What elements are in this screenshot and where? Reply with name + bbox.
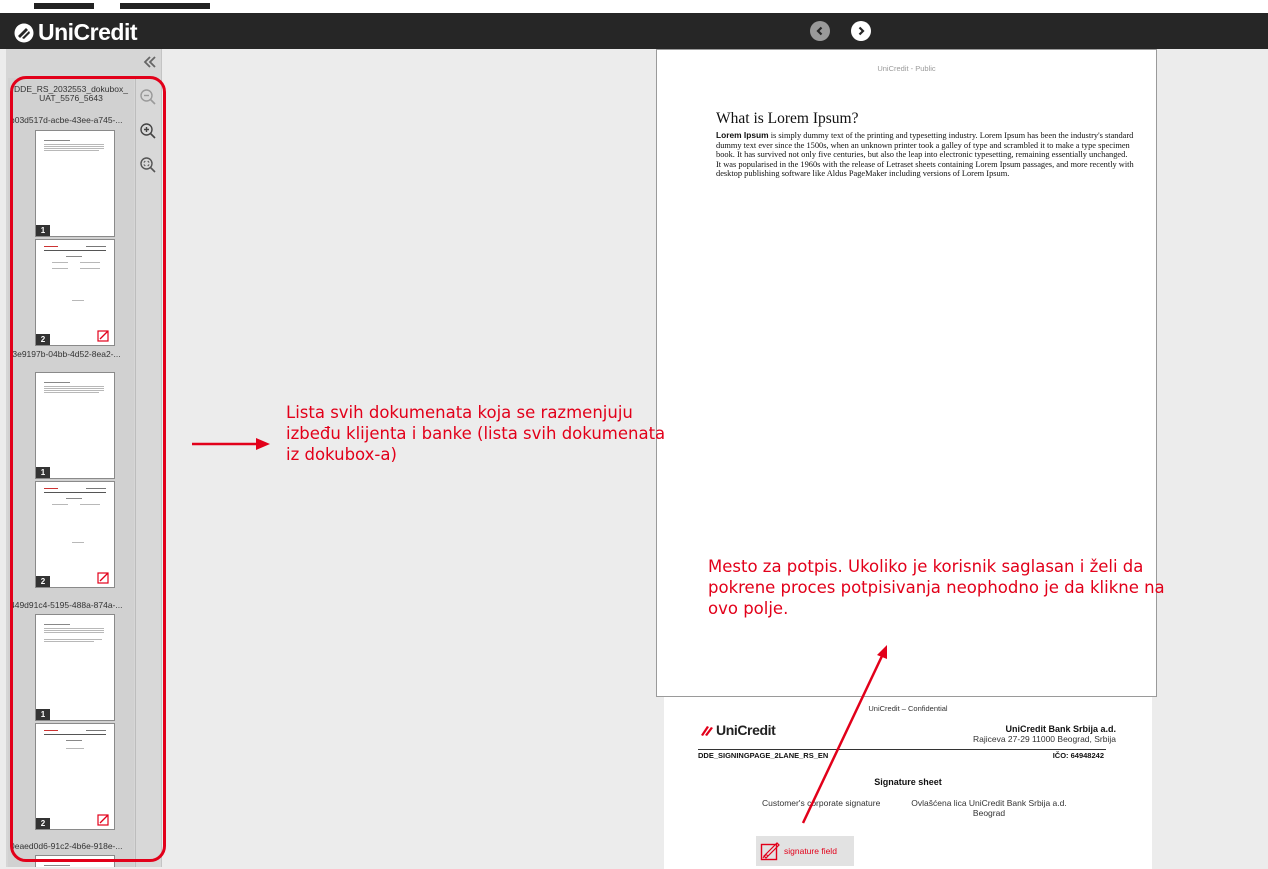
signature-sheet-title: Signature sheet bbox=[874, 777, 942, 787]
classification-label: UniCredit – Confidential bbox=[868, 704, 948, 713]
signature-icon bbox=[760, 842, 780, 861]
signature-field-label: signature field bbox=[784, 846, 837, 856]
body-bold-term: Lorem Ipsum bbox=[716, 130, 769, 140]
document-code: DDE_SIGNINGPAGE_2LANE_RS_EN bbox=[698, 751, 829, 760]
collapse-sidebar-button[interactable] bbox=[143, 55, 157, 68]
top-stripe-mark bbox=[34, 3, 94, 9]
header-divider bbox=[698, 749, 1106, 750]
unicredit-logo-icon bbox=[14, 23, 34, 42]
page-body-text: Lorem Ipsum is simply dummy text of the … bbox=[716, 130, 1134, 179]
top-stripe-mark bbox=[120, 3, 210, 9]
logo-text: UniCredit bbox=[38, 19, 138, 45]
chevron-right-icon bbox=[858, 26, 865, 36]
previous-document-button[interactable] bbox=[810, 21, 830, 41]
customer-signature-label: Customer's corporate signature bbox=[762, 798, 881, 808]
authorized-line-2: Beograd bbox=[972, 808, 1006, 818]
bank-address: Rajiceva 27-29 11000 Beograd, Srbija bbox=[972, 734, 1116, 744]
body-text: is simply dummy text of the printing and… bbox=[716, 131, 1134, 179]
annotation-document-list: Lista svih dokumenata koja se razmenjuju… bbox=[286, 403, 666, 464]
document-page-2: UniCredit – Confidential UniCredit UniCr… bbox=[664, 697, 1152, 869]
sidebar-highlight-box bbox=[10, 76, 166, 862]
unicredit-logo: UniCredit bbox=[700, 722, 776, 738]
bank-info: UniCredit Bank Srbija a.d. Rajiceva 27-2… bbox=[973, 724, 1116, 744]
classification-label: UniCredit - Public bbox=[877, 64, 936, 73]
authorized-line-1: Ovlašćena lica UniCredit Bank Srbija a.d… bbox=[911, 798, 1067, 808]
arrow-to-sidebar bbox=[192, 438, 270, 450]
logo-text: UniCredit bbox=[716, 722, 776, 738]
authorized-persons-label: Ovlašćena lica UniCredit Bank Srbija a.d… bbox=[904, 798, 1074, 818]
ico-number: IČO: 64948242 bbox=[1052, 751, 1104, 760]
page-heading: What is Lorem Ipsum? bbox=[716, 110, 859, 127]
unicredit-logo: UniCredit bbox=[14, 19, 138, 46]
chevron-left-icon bbox=[816, 26, 823, 36]
viewer-toolbar bbox=[0, 13, 1268, 49]
signature-field[interactable]: signature field bbox=[756, 836, 854, 866]
next-document-button[interactable] bbox=[851, 21, 871, 41]
top-stripe bbox=[0, 0, 1268, 13]
unicredit-logo-icon bbox=[701, 726, 713, 736]
double-chevron-left-icon bbox=[143, 56, 156, 68]
annotation-signature-field: Mesto za potpis. Ukoliko je korisnik sag… bbox=[708, 557, 1165, 618]
bank-name: UniCredit Bank Srbija a.d. bbox=[1005, 724, 1116, 734]
